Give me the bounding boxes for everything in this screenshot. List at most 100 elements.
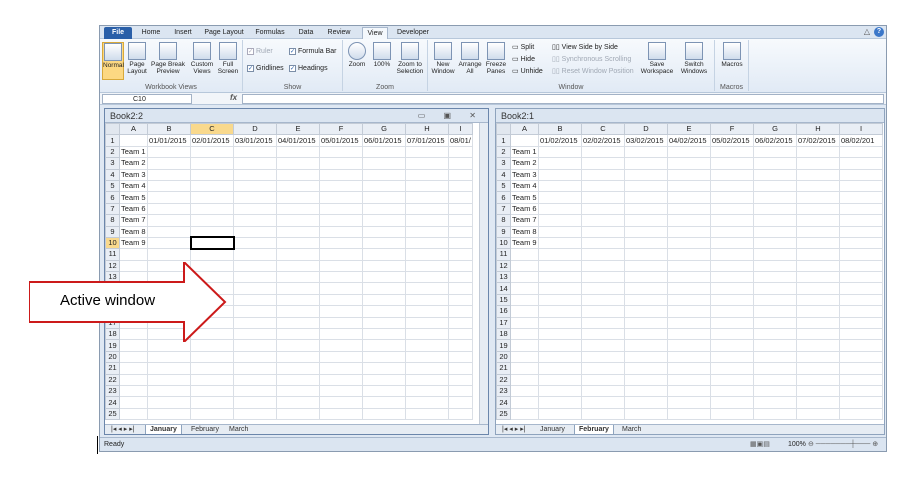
cell[interactable] bbox=[710, 191, 754, 204]
cell[interactable] bbox=[667, 328, 711, 341]
cell[interactable] bbox=[233, 157, 277, 170]
cell[interactable]: Team 5 bbox=[119, 191, 148, 204]
cell[interactable]: Team 6 bbox=[510, 202, 539, 216]
cell[interactable] bbox=[581, 157, 625, 170]
cell[interactable] bbox=[405, 191, 449, 204]
cell[interactable] bbox=[119, 373, 148, 387]
cell[interactable] bbox=[538, 248, 582, 261]
column-header[interactable]: F bbox=[710, 122, 754, 136]
cell[interactable] bbox=[510, 293, 539, 307]
cell[interactable] bbox=[710, 282, 754, 295]
row-header[interactable]: 23 bbox=[105, 384, 120, 398]
cell[interactable] bbox=[796, 236, 840, 250]
cell[interactable] bbox=[147, 396, 191, 409]
cell[interactable]: 03/01/2015 bbox=[233, 134, 277, 147]
cell[interactable] bbox=[538, 259, 582, 273]
cell[interactable] bbox=[667, 316, 711, 330]
cell[interactable] bbox=[753, 396, 797, 409]
cell[interactable] bbox=[190, 350, 234, 364]
tab-review[interactable]: Review bbox=[324, 27, 354, 39]
cell[interactable] bbox=[710, 168, 754, 181]
cell[interactable] bbox=[405, 350, 449, 364]
tab-insert[interactable]: Insert bbox=[170, 27, 196, 39]
cell[interactable] bbox=[667, 191, 711, 204]
page-layout-button[interactable]: Page Layout bbox=[126, 42, 148, 75]
sheet-tab-march[interactable]: March bbox=[225, 425, 252, 434]
cell[interactable] bbox=[362, 271, 406, 284]
cell[interactable] bbox=[667, 271, 711, 284]
cell[interactable] bbox=[405, 373, 449, 387]
unhide-button[interactable]: ▭ Unhide bbox=[512, 67, 543, 76]
cell[interactable] bbox=[190, 214, 234, 227]
cell[interactable] bbox=[624, 145, 668, 159]
cell[interactable] bbox=[276, 328, 320, 341]
cell[interactable] bbox=[189, 236, 235, 250]
cell[interactable] bbox=[667, 236, 711, 250]
cell[interactable] bbox=[362, 350, 406, 364]
cell[interactable] bbox=[405, 259, 449, 273]
cell[interactable] bbox=[319, 339, 363, 352]
row-header[interactable]: 10 bbox=[496, 236, 511, 250]
cell[interactable]: Team 1 bbox=[510, 145, 539, 159]
help-icon[interactable]: ? bbox=[874, 27, 884, 37]
cell[interactable] bbox=[119, 134, 148, 147]
cell[interactable] bbox=[538, 168, 582, 181]
cell[interactable] bbox=[190, 396, 234, 409]
cell[interactable] bbox=[510, 328, 539, 341]
cell[interactable] bbox=[319, 384, 363, 398]
worksheet-grid[interactable]: A B C D E F G H I 1 01/02/2015 02/02/2015 03/02/2015… bbox=[496, 122, 883, 421]
vertical-scrollbar[interactable] bbox=[479, 123, 488, 424]
cell[interactable] bbox=[147, 350, 191, 364]
full-screen-button[interactable]: Full Screen bbox=[216, 42, 240, 75]
column-header[interactable]: B bbox=[538, 122, 582, 136]
row-header[interactable]: 12 bbox=[496, 259, 511, 273]
cell[interactable] bbox=[510, 407, 539, 421]
cell[interactable] bbox=[667, 407, 711, 421]
window-controls[interactable]: ▭ ▣ ✕ bbox=[418, 109, 484, 123]
sheet-tab-february[interactable]: February bbox=[187, 425, 223, 434]
cell[interactable] bbox=[839, 202, 883, 216]
cell[interactable] bbox=[190, 225, 234, 238]
cell[interactable] bbox=[448, 339, 473, 352]
cell[interactable] bbox=[624, 396, 668, 409]
cell[interactable] bbox=[510, 305, 539, 318]
cell[interactable] bbox=[753, 305, 797, 318]
cell[interactable] bbox=[624, 225, 668, 238]
cell[interactable] bbox=[796, 214, 840, 227]
cell[interactable] bbox=[753, 373, 797, 387]
cell[interactable] bbox=[362, 328, 406, 341]
cell[interactable] bbox=[147, 225, 191, 238]
column-header[interactable]: B bbox=[147, 122, 191, 136]
cell[interactable]: Team 9 bbox=[510, 236, 539, 250]
cell[interactable] bbox=[233, 350, 277, 364]
row-header[interactable]: 4 bbox=[105, 168, 120, 181]
cell[interactable] bbox=[405, 282, 449, 295]
cell[interactable] bbox=[319, 282, 363, 295]
cell[interactable] bbox=[538, 157, 582, 170]
row-header[interactable]: 21 bbox=[496, 362, 511, 375]
cell[interactable] bbox=[276, 259, 320, 273]
cell[interactable]: Team 6 bbox=[119, 202, 148, 216]
freeze-panes-button[interactable]: Freeze Panes bbox=[484, 42, 508, 75]
column-header[interactable]: D bbox=[624, 122, 668, 136]
cell[interactable] bbox=[362, 145, 406, 159]
cell[interactable] bbox=[405, 293, 449, 307]
row-header[interactable]: 24 bbox=[105, 396, 120, 409]
cell[interactable] bbox=[405, 145, 449, 159]
row-header[interactable]: 2 bbox=[496, 145, 511, 159]
row-header[interactable]: 22 bbox=[496, 373, 511, 387]
cell[interactable] bbox=[538, 362, 582, 375]
cell[interactable] bbox=[362, 362, 406, 375]
cell[interactable] bbox=[839, 179, 883, 193]
cell[interactable] bbox=[710, 396, 754, 409]
tab-file[interactable]: File bbox=[104, 27, 132, 39]
cell[interactable]: Team 5 bbox=[510, 191, 539, 204]
cell[interactable] bbox=[710, 339, 754, 352]
cell[interactable] bbox=[448, 236, 473, 250]
cell[interactable] bbox=[362, 282, 406, 295]
cell[interactable] bbox=[839, 236, 883, 250]
cell[interactable] bbox=[233, 282, 277, 295]
cell[interactable]: Team 4 bbox=[119, 179, 148, 193]
cell[interactable] bbox=[796, 202, 840, 216]
cell[interactable] bbox=[448, 362, 473, 375]
